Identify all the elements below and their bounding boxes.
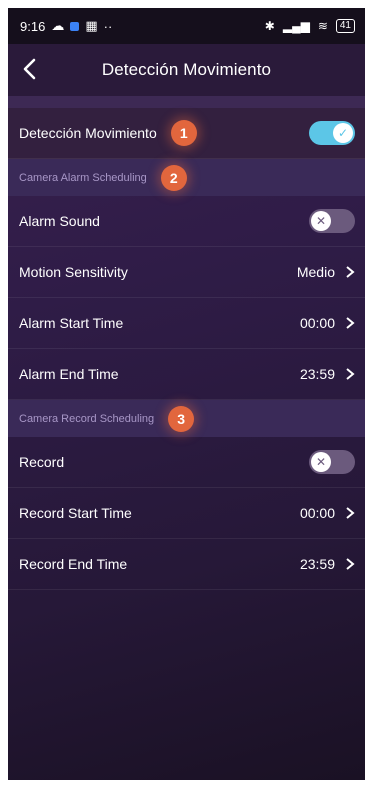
motion-sensitivity-label: Motion Sensitivity xyxy=(19,264,128,280)
chevron-right-icon xyxy=(346,368,355,380)
alarm-end-time-label: Alarm End Time xyxy=(19,366,119,382)
battery-icon: 41 xyxy=(335,19,355,33)
record-start-time-label: Record Start Time xyxy=(19,505,132,521)
page-title: Detección Movimiento xyxy=(101,60,272,79)
chevron-right-icon xyxy=(346,317,355,329)
callout-badge-3: 3 xyxy=(168,405,195,432)
phone-screen: 9:16 ☁ ▦ ·· ✱ ▂▄▆ ≋ 41 Detección Movimie… xyxy=(8,8,365,780)
status-bar: 9:16 ☁ ▦ ·· ✱ ▂▄▆ ≋ 41 xyxy=(8,8,365,44)
motion-sensitivity-row[interactable]: Motion Sensitivity Medio xyxy=(8,247,365,298)
status-left: 9:16 ☁ ▦ ·· xyxy=(20,18,112,34)
alarm-start-time-value-wrap: 00:00 xyxy=(300,315,355,331)
record-end-time-value-wrap: 23:59 xyxy=(300,556,355,572)
callout-badge-1: 1 xyxy=(170,120,197,146)
record-label: Record xyxy=(19,454,65,470)
record-start-time-value: 00:00 xyxy=(299,505,335,521)
chevron-right-icon xyxy=(346,558,355,570)
x-icon: ✕ xyxy=(311,211,331,231)
alarm-sound-row: Alarm Sound ✕ xyxy=(8,196,365,247)
motion-detection-toggle[interactable]: ✓ xyxy=(309,121,355,145)
record-toggle[interactable]: ✕ xyxy=(309,450,355,474)
bluetooth-icon: ✱ xyxy=(264,19,275,33)
callout-badge-2: 2 xyxy=(160,164,187,191)
alarm-start-time-value: 00:00 xyxy=(299,315,335,331)
alarm-start-time-row[interactable]: Alarm Start Time 00:00 xyxy=(8,298,365,349)
record-section-title: Camera Record Scheduling xyxy=(19,412,155,425)
header-divider xyxy=(8,96,365,108)
cloud-icon: ☁ xyxy=(51,18,65,33)
record-end-time-row[interactable]: Record End Time 23:59 xyxy=(8,539,365,590)
record-end-time-value: 23:59 xyxy=(299,556,335,572)
back-arrow-icon[interactable] xyxy=(18,56,44,82)
motion-detection-label: Detección Movimiento xyxy=(19,125,157,141)
x-icon: ✕ xyxy=(311,452,331,472)
alarm-section-title: Camera Alarm Scheduling xyxy=(19,171,147,184)
record-start-time-row[interactable]: Record Start Time 00:00 xyxy=(8,488,365,539)
alarm-sound-label: Alarm Sound xyxy=(19,213,100,229)
chevron-right-icon xyxy=(346,507,355,519)
record-row: Record ✕ xyxy=(8,437,365,488)
more-notifications-icon: ·· xyxy=(103,18,113,34)
signal-icon: ▂▄▆ xyxy=(282,19,310,33)
motion-detection-row: Detección Movimiento 1 ✓ xyxy=(8,108,365,159)
wifi-icon: ≋ xyxy=(317,19,328,33)
grid-notification-icon: ▦ xyxy=(85,18,98,33)
check-icon: ✓ xyxy=(333,123,353,143)
alarm-start-time-label: Alarm Start Time xyxy=(19,315,124,331)
motion-sensitivity-value-wrap: Medio xyxy=(297,264,355,280)
alarm-end-time-row[interactable]: Alarm End Time 23:59 xyxy=(8,349,365,400)
alarm-end-time-value: 23:59 xyxy=(299,366,335,382)
record-start-time-value-wrap: 00:00 xyxy=(300,505,355,521)
alarm-sound-toggle[interactable]: ✕ xyxy=(309,209,355,233)
app-notification-icon xyxy=(70,21,80,31)
motion-detection-label-wrap: Detección Movimiento 1 xyxy=(19,120,197,146)
record-end-time-label: Record End Time xyxy=(19,556,128,572)
status-time: 9:16 xyxy=(20,18,46,34)
alarm-end-time-value-wrap: 23:59 xyxy=(300,366,355,382)
chevron-right-icon xyxy=(346,266,355,278)
alarm-scheduling-section: Camera Alarm Scheduling 2 xyxy=(8,159,365,196)
record-scheduling-section: Camera Record Scheduling 3 xyxy=(8,400,365,437)
status-right: ✱ ▂▄▆ ≋ 41 xyxy=(265,19,355,33)
motion-sensitivity-value: Medio xyxy=(296,264,335,280)
app-bar: Detección Movimiento xyxy=(8,44,365,96)
